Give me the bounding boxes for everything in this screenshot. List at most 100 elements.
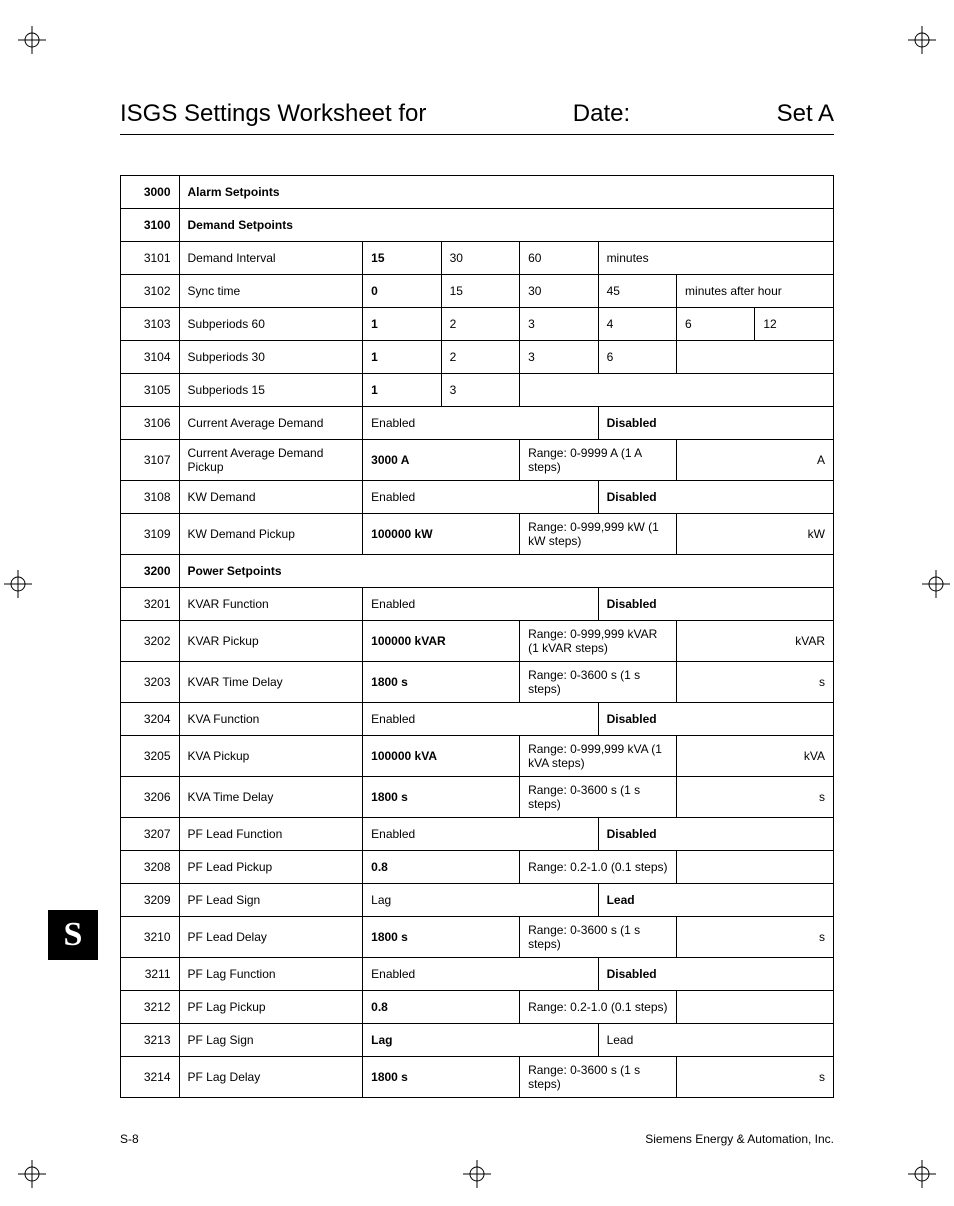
table-row: 3106Current Average DemandEnabledDisable… (121, 407, 834, 440)
value-cell: 1 (363, 374, 441, 407)
row-name: PF Lag Pickup (179, 991, 363, 1024)
row-name: KVA Time Delay (179, 777, 363, 818)
row-name: PF Lag Function (179, 958, 363, 991)
row-name: KW Demand (179, 481, 363, 514)
table-row: 3103Subperiods 601234612 (121, 308, 834, 341)
row-name: KVAR Function (179, 588, 363, 621)
section-name: Power Setpoints (179, 555, 833, 588)
value-cell: Disabled (598, 588, 833, 621)
row-name: Current Average Demand Pickup (179, 440, 363, 481)
value-cell: Range: 0-999,999 kW (1 kW steps) (520, 514, 677, 555)
table-row: 3202KVAR Pickup100000 kVARRange: 0-999,9… (121, 621, 834, 662)
value-cell: Enabled (363, 958, 598, 991)
value-cell: 0.8 (363, 991, 520, 1024)
value-cell: Disabled (598, 818, 833, 851)
row-name: Subperiods 60 (179, 308, 363, 341)
value-cell: 100000 kW (363, 514, 520, 555)
table-row: 3210PF Lead Delay1800 sRange: 0-3600 s (… (121, 917, 834, 958)
section-id: 3000 (121, 176, 180, 209)
table-row: 3212PF Lag Pickup0.8Range: 0.2-1.0 (0.1 … (121, 991, 834, 1024)
table-row: 3101Demand Interval153060minutes (121, 242, 834, 275)
value-cell (677, 851, 834, 884)
row-id: 3107 (121, 440, 180, 481)
table-row: 3201KVAR FunctionEnabledDisabled (121, 588, 834, 621)
row-id: 3202 (121, 621, 180, 662)
value-cell: A (677, 440, 834, 481)
table-row: 3108KW DemandEnabledDisabled (121, 481, 834, 514)
value-cell: 1800 s (363, 917, 520, 958)
value-cell: 30 (441, 242, 519, 275)
value-cell: Lag (363, 1024, 598, 1057)
table-row: 3107Current Average Demand Pickup3000 AR… (121, 440, 834, 481)
crop-mark-icon (18, 26, 46, 54)
value-cell: Range: 0-3600 s (1 s steps) (520, 662, 677, 703)
value-cell: 100000 kVAR (363, 621, 520, 662)
table-row: 3207PF Lead FunctionEnabledDisabled (121, 818, 834, 851)
value-cell: 12 (755, 308, 834, 341)
value-cell: Range: 0-9999 A (1 A steps) (520, 440, 677, 481)
row-id: 3201 (121, 588, 180, 621)
value-cell: 60 (520, 242, 598, 275)
date-label: Date: (573, 100, 630, 128)
value-cell: 1800 s (363, 662, 520, 703)
row-id: 3106 (121, 407, 180, 440)
table-row: 3105Subperiods 1513 (121, 374, 834, 407)
row-name: Current Average Demand (179, 407, 363, 440)
row-name: PF Lead Pickup (179, 851, 363, 884)
page-number: S-8 (120, 1132, 139, 1146)
row-id: 3101 (121, 242, 180, 275)
section-header-row: 3000Alarm Setpoints (121, 176, 834, 209)
crop-mark-icon (908, 1160, 936, 1188)
value-cell: 0.8 (363, 851, 520, 884)
value-cell: 1 (363, 308, 441, 341)
row-id: 3208 (121, 851, 180, 884)
value-cell: 2 (441, 308, 519, 341)
value-cell: 6 (598, 341, 676, 374)
table-row: 3208PF Lead Pickup0.8Range: 0.2-1.0 (0.1… (121, 851, 834, 884)
value-cell: Disabled (598, 958, 833, 991)
value-cell: Range: 0.2-1.0 (0.1 steps) (520, 991, 677, 1024)
company-name: Siemens Energy & Automation, Inc. (645, 1132, 834, 1146)
value-cell: Range: 0-3600 s (1 s steps) (520, 917, 677, 958)
value-cell (520, 374, 834, 407)
row-name: KVAR Pickup (179, 621, 363, 662)
table-row: 3206KVA Time Delay1800 sRange: 0-3600 s … (121, 777, 834, 818)
table-row: 3214PF Lag Delay1800 sRange: 0-3600 s (1… (121, 1057, 834, 1098)
value-cell: 1800 s (363, 1057, 520, 1098)
crop-mark-icon (18, 1160, 46, 1188)
crop-mark-icon (922, 570, 950, 598)
value-cell: 6 (677, 308, 755, 341)
page-footer: S-8 Siemens Energy & Automation, Inc. (120, 1132, 834, 1146)
value-cell: Enabled (363, 818, 598, 851)
row-id: 3103 (121, 308, 180, 341)
value-cell: 3 (520, 341, 598, 374)
value-cell: 3 (520, 308, 598, 341)
crop-mark-icon (4, 570, 32, 598)
row-id: 3213 (121, 1024, 180, 1057)
table-row: 3213PF Lag SignLagLead (121, 1024, 834, 1057)
value-cell: 0 (363, 275, 441, 308)
row-id: 3105 (121, 374, 180, 407)
table-row: 3204KVA FunctionEnabledDisabled (121, 703, 834, 736)
section-id: 3200 (121, 555, 180, 588)
section-header-row: 3100Demand Setpoints (121, 209, 834, 242)
value-cell: 1 (363, 341, 441, 374)
value-cell: 15 (441, 275, 519, 308)
value-cell: 45 (598, 275, 676, 308)
value-cell: 15 (363, 242, 441, 275)
row-id: 3104 (121, 341, 180, 374)
value-cell (677, 991, 834, 1024)
section-name: Demand Setpoints (179, 209, 833, 242)
set-label: Set A (777, 100, 834, 128)
row-id: 3204 (121, 703, 180, 736)
row-id: 3102 (121, 275, 180, 308)
row-id: 3207 (121, 818, 180, 851)
value-cell: Lead (598, 1024, 833, 1057)
value-cell: Range: 0.2-1.0 (0.1 steps) (520, 851, 677, 884)
value-cell: Disabled (598, 481, 833, 514)
value-cell: 3000 A (363, 440, 520, 481)
table-row: 3209PF Lead SignLagLead (121, 884, 834, 917)
value-cell: s (677, 662, 834, 703)
value-cell: 2 (441, 341, 519, 374)
value-cell: Enabled (363, 588, 598, 621)
